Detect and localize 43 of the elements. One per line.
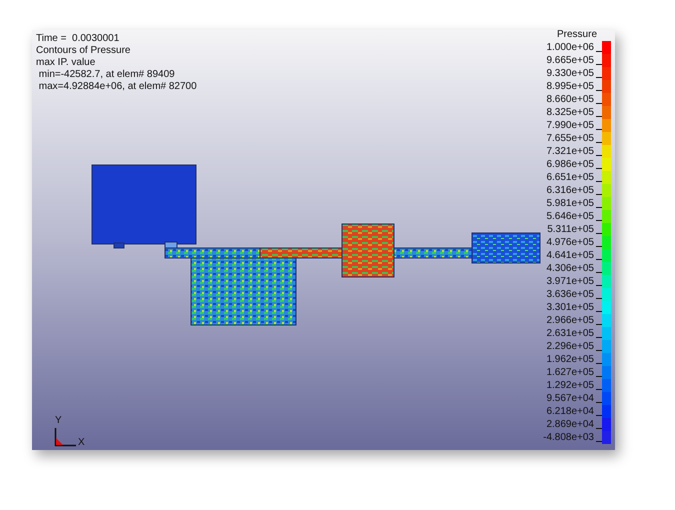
legend-label: -4.808e+03 (542, 432, 594, 443)
legend-label: 6.651e+05 (545, 172, 594, 183)
right-chamber-contour (472, 232, 540, 264)
x-axis-label: X (78, 438, 85, 448)
legend-label: 8.995e+05 (545, 81, 594, 92)
legend-label: 3.636e+05 (545, 289, 594, 300)
legend-label: 7.321e+05 (545, 146, 594, 157)
legend-label: 9.330e+05 (545, 68, 594, 79)
legend-label: 9.665e+05 (545, 55, 594, 66)
legend-label: 7.990e+05 (545, 120, 594, 131)
axis-triad-icon (54, 428, 76, 446)
y-axis-label: Y (55, 416, 62, 426)
info-text: max IP. value (36, 57, 96, 69)
legend-label: 2.296e+05 (545, 341, 594, 352)
legend-label: 5.311e+05 (546, 224, 594, 235)
tank-nozzle-contour (114, 242, 124, 248)
legend-label: 1.000e+06 (545, 42, 594, 53)
legend-label: 3.971e+05 (545, 276, 594, 287)
middle-chamber-contour (342, 224, 394, 278)
legend-label: 6.986e+05 (545, 159, 594, 170)
legend-label: 5.981e+05 (545, 198, 594, 209)
legend-label: 4.641e+05 (545, 250, 594, 261)
info-text: Contours of Pressure (36, 45, 132, 57)
legend-label: 4.976e+05 (545, 237, 594, 248)
info-text: max=4.92884e+06, at elem# 82700 (38, 81, 197, 93)
legend-label: 7.655e+05 (545, 133, 594, 144)
info-text: Time = 0.0030001 (36, 33, 120, 45)
legend-label: 1.292e+05 (545, 380, 594, 391)
legend-label: 2.966e+05 (545, 315, 594, 326)
legend-label: 1.627e+05 (545, 367, 594, 378)
legend-title: Pressure (556, 29, 598, 41)
legend-label: 6.316e+05 (545, 185, 594, 196)
legend-label: 6.218e+04 (545, 406, 594, 417)
legend-label: 8.325e+05 (545, 107, 594, 118)
legend-label: 1.962e+05 (545, 354, 594, 365)
legend-label: 5.646e+05 (545, 211, 594, 222)
legend-label: 3.301e+05 (545, 302, 594, 313)
legend-label: 4.306e+05 (545, 263, 594, 274)
legend-label: 9.567e+04 (545, 393, 594, 404)
info-text: min=-42582.7, at elem# 89409 (38, 69, 176, 81)
legend-label: 8.660e+05 (545, 94, 594, 105)
legend-label: 2.869e+04 (545, 419, 594, 430)
legend-label: 2.631e+05 (545, 328, 594, 339)
